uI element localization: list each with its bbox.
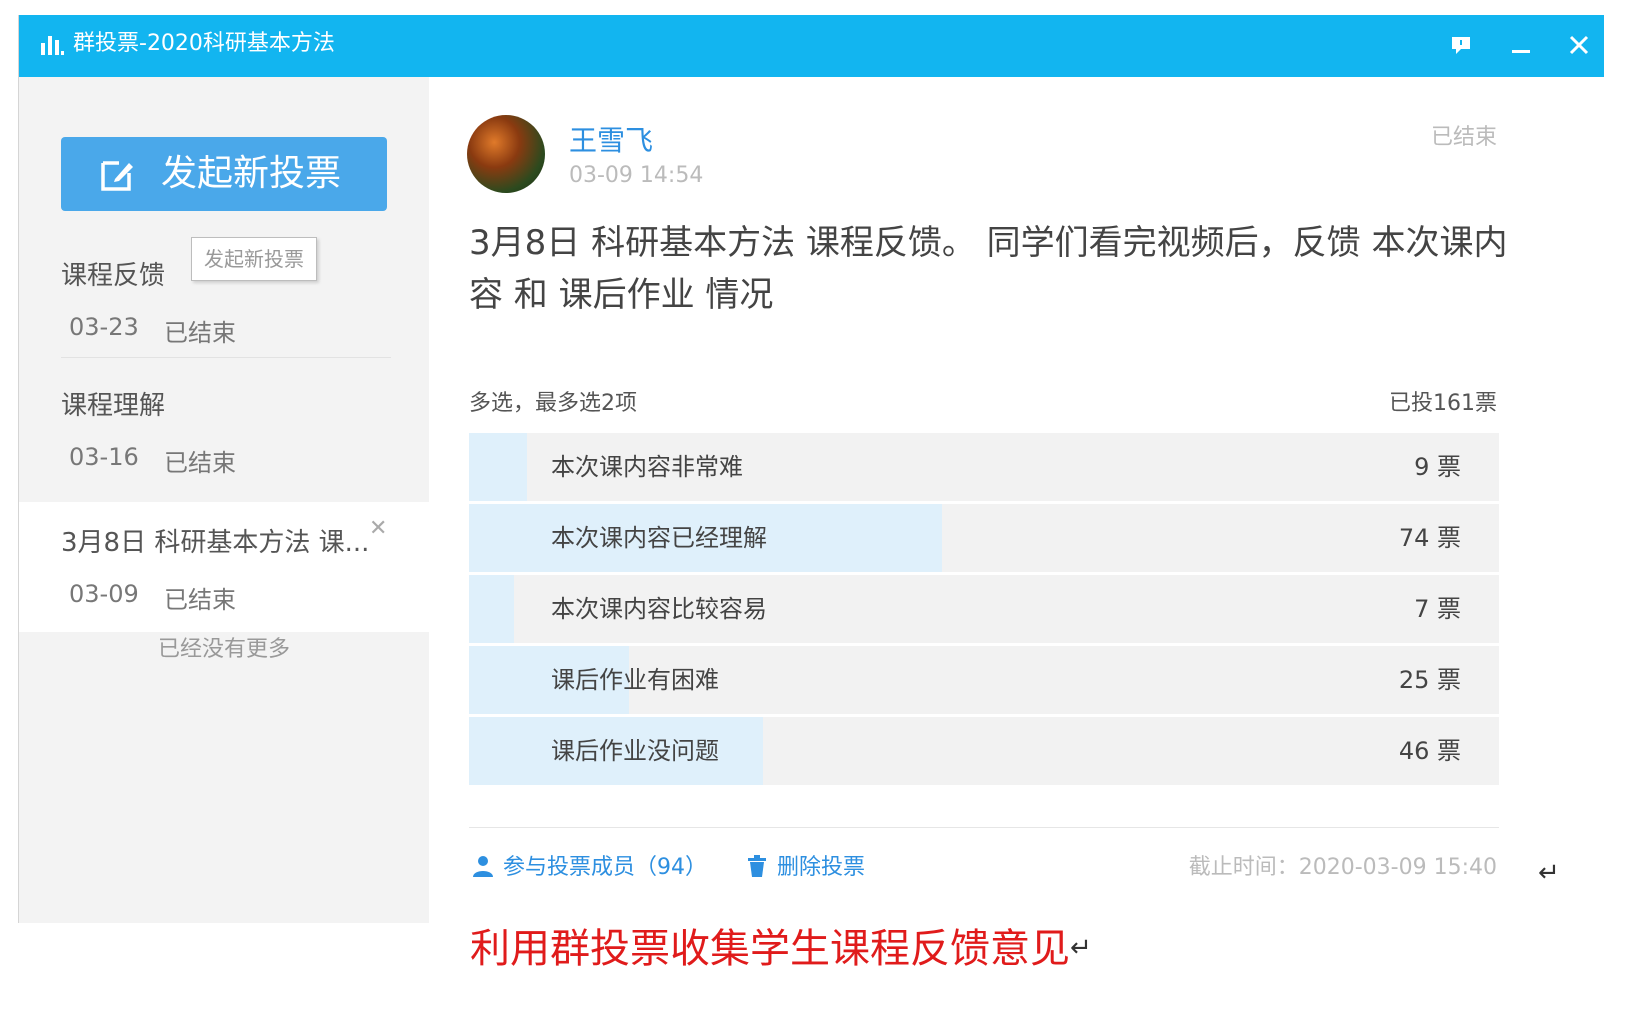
sidebar: 发起新投票 发起新投票 课程反馈 03-23 已结束 课程理解 03-16 已结…	[19, 77, 429, 923]
close-icon[interactable]: ✕	[369, 516, 387, 541]
vote-rule: 多选，最多选2项	[469, 391, 637, 416]
trash-icon	[748, 855, 766, 877]
minimize-icon[interactable]	[1507, 31, 1535, 59]
return-mark: ↵	[1538, 858, 1560, 888]
vote-option[interactable]: 本次课内容比较容易 7 票	[469, 575, 1499, 643]
option-count: 74 票	[1398, 524, 1461, 552]
vote-item-status: 已结束	[164, 449, 236, 477]
window-title: 群投票-2020科研基本方法	[73, 31, 335, 56]
vote-detail: 王雪飞 03-09 14:54 已结束 3月8日 科研基本方法 课程反馈。 同学…	[429, 77, 1604, 923]
new-vote-label: 发起新投票	[161, 153, 342, 194]
vote-option[interactable]: 课后作业没问题 46 票	[469, 717, 1499, 785]
vote-window: 群投票-2020科研基本方法 发起新投票 发起新投票 课程反馈 03-23 已结…	[18, 15, 1604, 923]
vote-question: 3月8日 科研基本方法 课程反馈。 同学们看完视频后，反馈 本次课内容 和 课后…	[469, 223, 1508, 315]
caption: 利用群投票收集学生课程反馈意见↵	[470, 920, 1092, 977]
vote-option[interactable]: 本次课内容已经理解 74 票	[469, 504, 1499, 572]
edit-icon	[101, 161, 133, 191]
vote-item-status: 已结束	[164, 319, 236, 347]
option-label: 课后作业没问题	[551, 737, 719, 765]
divider	[61, 357, 391, 358]
vote-item-date: 03-16	[69, 443, 139, 471]
close-icon[interactable]	[1565, 31, 1593, 59]
option-count: 25 票	[1398, 666, 1461, 694]
return-mark: ↵	[1070, 933, 1092, 963]
option-count: 9 票	[1414, 453, 1461, 481]
vote-item-title: 课程反馈	[61, 261, 166, 291]
vote-item-status: 已结束	[164, 586, 236, 614]
option-label: 本次课内容比较容易	[551, 595, 767, 623]
bar-chart-icon	[41, 36, 64, 55]
vote-bar-fill	[469, 433, 527, 501]
option-count: 7 票	[1414, 595, 1461, 623]
vote-item-title: 3月8日 科研基本方法 课...	[61, 528, 370, 558]
members-link-label: 参与投票成员（94）	[503, 855, 707, 880]
vote-list-item-understanding[interactable]: 课程理解 03-16 已结束	[19, 365, 429, 495]
avatar[interactable]	[467, 115, 545, 193]
delete-link-label: 删除投票	[777, 855, 866, 880]
vote-option[interactable]: 本次课内容非常难 9 票	[469, 433, 1499, 501]
title-bar[interactable]: 群投票-2020科研基本方法	[19, 15, 1604, 77]
vote-list-item-active[interactable]: 3月8日 科研基本方法 课... ✕ 03-09 已结束	[19, 502, 429, 632]
post-status: 已结束	[1430, 125, 1497, 150]
option-label: 本次课内容非常难	[551, 453, 743, 481]
members-link[interactable]: 参与投票成员（94）	[471, 849, 707, 881]
vote-options: 本次课内容非常难 9 票 本次课内容已经理解 74 票 本次课内容比较容易 7 …	[469, 433, 1499, 788]
author-name[interactable]: 王雪飞	[569, 119, 653, 159]
option-label: 本次课内容已经理解	[551, 524, 767, 552]
feedback-icon[interactable]	[1447, 31, 1475, 59]
option-count: 46 票	[1398, 737, 1461, 765]
user-icon	[473, 856, 493, 877]
vote-list-item-feedback[interactable]: 课程反馈 03-23 已结束	[19, 235, 429, 365]
divider	[469, 827, 1499, 828]
delete-vote-link[interactable]: 删除投票	[745, 849, 865, 881]
post-time: 03-09 14:54	[569, 163, 704, 188]
vote-item-title: 课程理解	[61, 391, 166, 421]
deadline: 截止时间：2020-03-09 15:40	[1188, 855, 1497, 880]
vote-bar-fill	[469, 575, 514, 643]
vote-option[interactable]: 课后作业有困难 25 票	[469, 646, 1499, 714]
vote-total: 已投161票	[1389, 391, 1497, 416]
vote-item-date: 03-23	[69, 313, 139, 341]
no-more-text: 已经没有更多	[157, 637, 290, 662]
caption-text: 利用群投票收集学生课程反馈意见	[470, 926, 1070, 972]
option-label: 课后作业有困难	[551, 666, 719, 694]
vote-item-date: 03-09	[69, 580, 139, 608]
new-vote-button[interactable]: 发起新投票	[61, 137, 387, 211]
